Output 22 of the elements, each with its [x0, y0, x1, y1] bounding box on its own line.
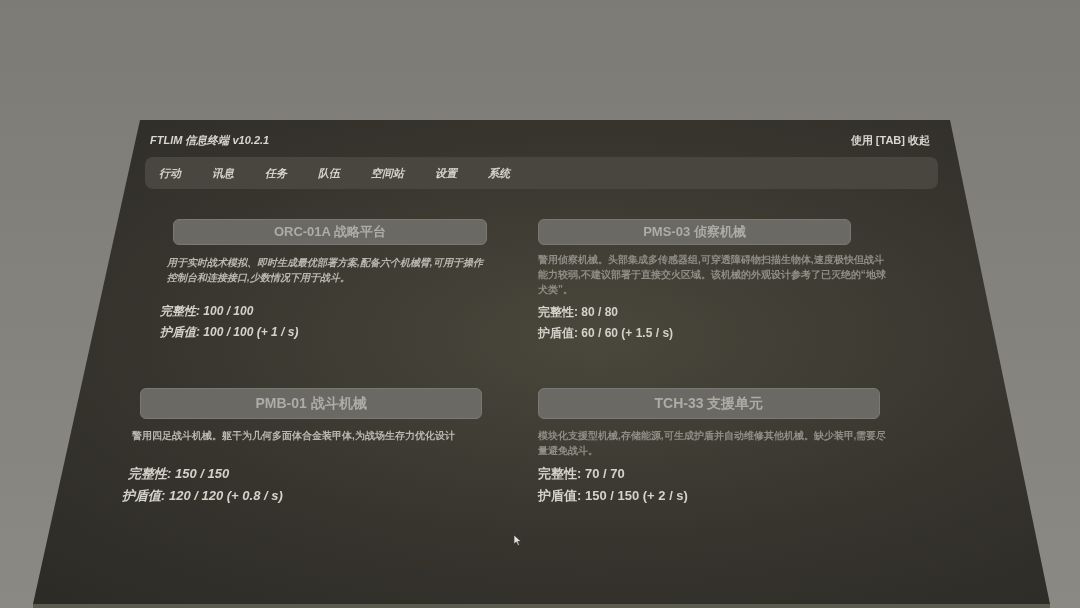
unit-stat: 完整性: 80 / 80	[538, 304, 619, 320]
nav-tab[interactable]: 讯息	[210, 162, 236, 184]
unit-description: 警用侦察机械。头部集成多传感器组,可穿透障碍物扫描生物体,速度极快但战斗能力较弱,不建议部署于直接交火区域。该机械的外观设计参考了已灭绝的“地球犬类”。	[538, 253, 887, 297]
unit-description: 用于实时战术模拟、即时生成最优部署方案,配备六个机械臂,可用于操作控制台和连接接口,少数情况下用于战斗。	[167, 256, 486, 285]
mouse-pointer-icon	[514, 535, 522, 546]
unit-description: 模块化支援型机械,存储能源,可生成护盾并自动维修其他机械。缺少装甲,需要尽量避免战斗。	[538, 429, 888, 458]
nav-tab[interactable]: 系统	[486, 162, 512, 184]
unit-description: 警用四足战斗机械。躯干为几何多面体合金装甲体,为战场生存力优化设计	[132, 429, 455, 443]
nav-tab[interactable]: 队伍	[316, 162, 342, 184]
unit-stat: 护盾值: 60 / 60 (+ 1.5 / s)	[538, 325, 674, 341]
unit-stat: 完整性: 100 / 100	[160, 303, 254, 319]
nav-tab[interactable]: 行动	[157, 162, 183, 184]
unit-stat: 护盾值: 100 / 100 (+ 1 / s)	[160, 324, 299, 340]
unit-stat: 护盾值: 120 / 120 (+ 0.8 / s)	[122, 488, 283, 504]
terminal-title: FTLIM 信息终端 v10.2.1	[150, 132, 270, 148]
nav-tab[interactable]: 空间站	[369, 162, 406, 184]
unit-stat: 完整性: 70 / 70	[538, 466, 625, 482]
unit-stat: 护盾值: 150 / 150 (+ 2 / s)	[538, 488, 688, 504]
nav-tab[interactable]: 设置	[433, 162, 459, 184]
unit-stat: 完整性: 150 / 150	[128, 466, 230, 482]
collapse-hint: 使用 [TAB] 收起	[850, 132, 930, 148]
nav-tab[interactable]: 任务	[263, 162, 289, 184]
